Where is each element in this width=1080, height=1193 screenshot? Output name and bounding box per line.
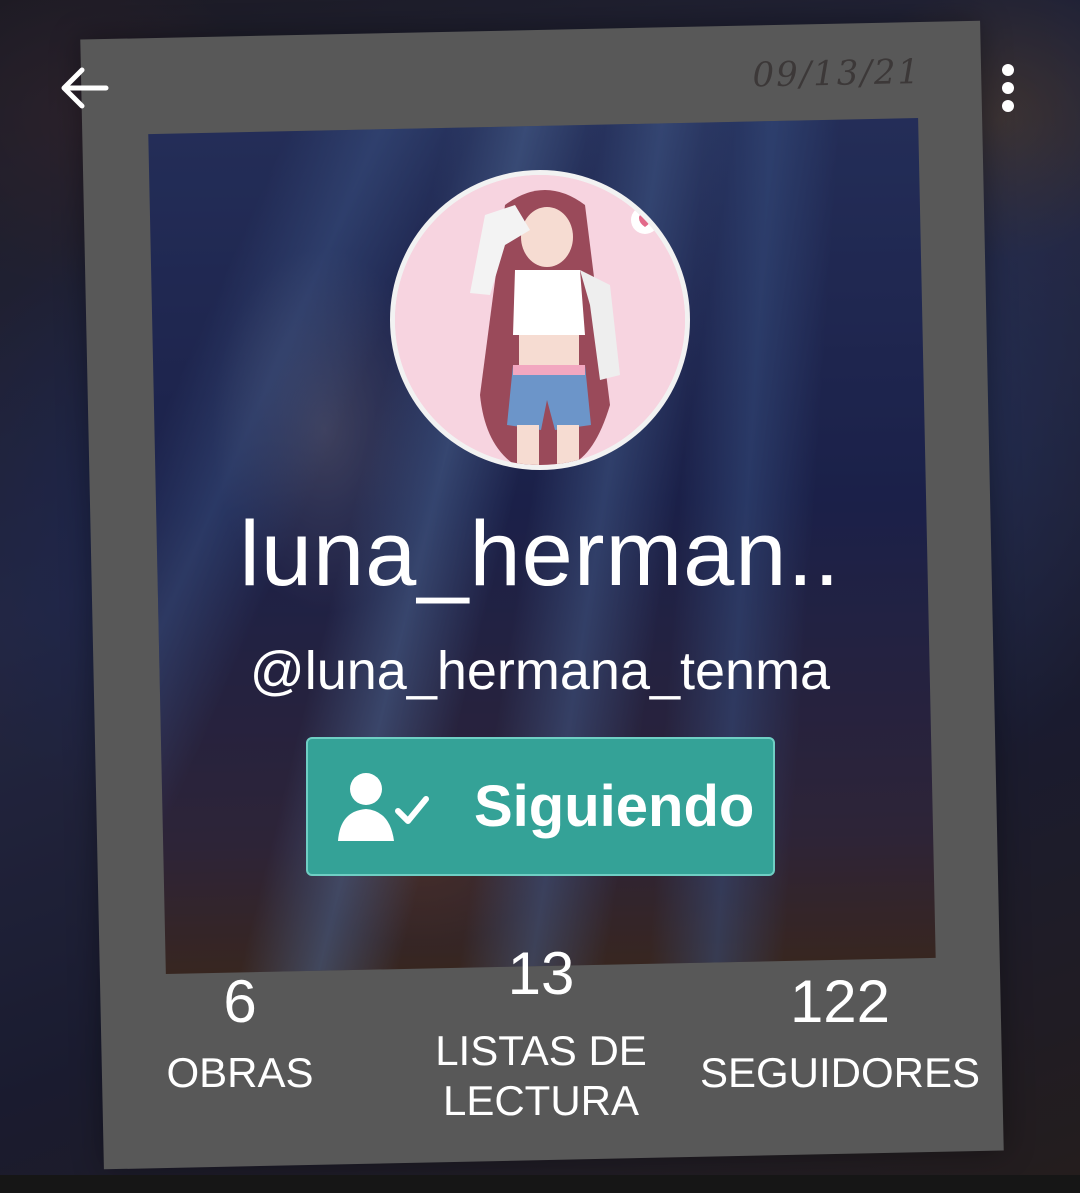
following-button[interactable]: Siguiendo (306, 737, 775, 876)
display-name: luna_herman.. (239, 503, 841, 605)
stat-works[interactable]: 6 OBRAS (140, 972, 340, 1098)
avatar-illustration (395, 175, 685, 465)
stat-works-label: OBRAS (166, 1049, 314, 1096)
following-button-label: Siguiendo (474, 774, 755, 839)
avatar[interactable] (390, 170, 690, 470)
stat-reading-lists[interactable]: 13 LISTAS DE LECTURA (400, 944, 682, 1127)
stat-works-value: 6 (223, 968, 257, 1035)
bottom-divider (0, 1175, 1080, 1193)
stat-reading-lists-value: 13 (507, 940, 575, 1007)
arrow-left-icon (61, 67, 109, 109)
back-button[interactable] (52, 56, 116, 120)
more-options-button[interactable] (986, 56, 1030, 120)
stat-followers-value: 122 (789, 968, 891, 1035)
username: @luna_hermana_tenma (249, 641, 831, 701)
stat-followers[interactable]: 122 SEGUIDORES (690, 972, 990, 1098)
stat-reading-lists-label: LISTAS DE LECTURA (435, 1027, 647, 1125)
more-vertical-icon (1002, 64, 1014, 112)
user-check-icon (338, 772, 429, 841)
stat-followers-label: SEGUIDORES (699, 1049, 981, 1096)
